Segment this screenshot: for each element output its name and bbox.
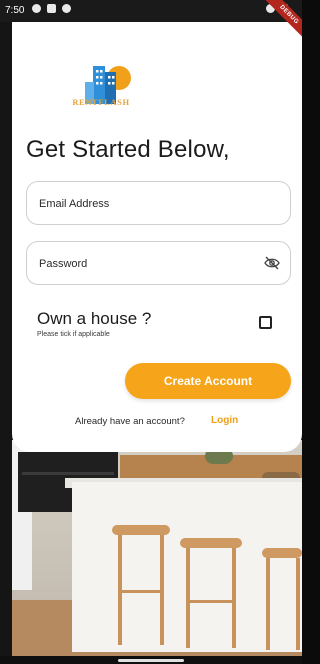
own-house-hint: Please tick if applicable bbox=[37, 331, 110, 338]
status-bar: 7:50 DEBUG bbox=[0, 0, 302, 42]
login-link[interactable]: Login bbox=[211, 415, 238, 426]
notification-icon bbox=[32, 4, 41, 13]
signup-card: RENTFLASH Get Started Below, Own a house… bbox=[12, 22, 302, 452]
sd-card-icon bbox=[47, 4, 56, 13]
own-house-label: Own a house ? bbox=[37, 309, 152, 328]
privacy-icon bbox=[62, 4, 71, 13]
left-edge bbox=[0, 22, 12, 656]
page-title: Get Started Below, bbox=[26, 136, 230, 163]
home-indicator[interactable] bbox=[118, 659, 184, 662]
password-field[interactable] bbox=[26, 241, 291, 286]
status-time: 7:50 bbox=[5, 5, 25, 16]
phone-screen: 7:50 DEBUG RENTFLASH Get Started Below, … bbox=[0, 0, 302, 664]
email-field[interactable] bbox=[26, 181, 291, 226]
email-input[interactable] bbox=[37, 182, 261, 226]
eye-off-icon[interactable] bbox=[264, 256, 280, 270]
login-prompt: Already have an account? bbox=[75, 416, 185, 427]
logo-wordmark: RENTFLASH bbox=[72, 97, 130, 107]
status-icons-left bbox=[32, 4, 71, 13]
create-account-button[interactable]: Create Account bbox=[125, 363, 291, 399]
background-shelf-line bbox=[22, 472, 114, 475]
own-house-checkbox[interactable] bbox=[259, 316, 272, 329]
password-input[interactable] bbox=[37, 242, 261, 286]
